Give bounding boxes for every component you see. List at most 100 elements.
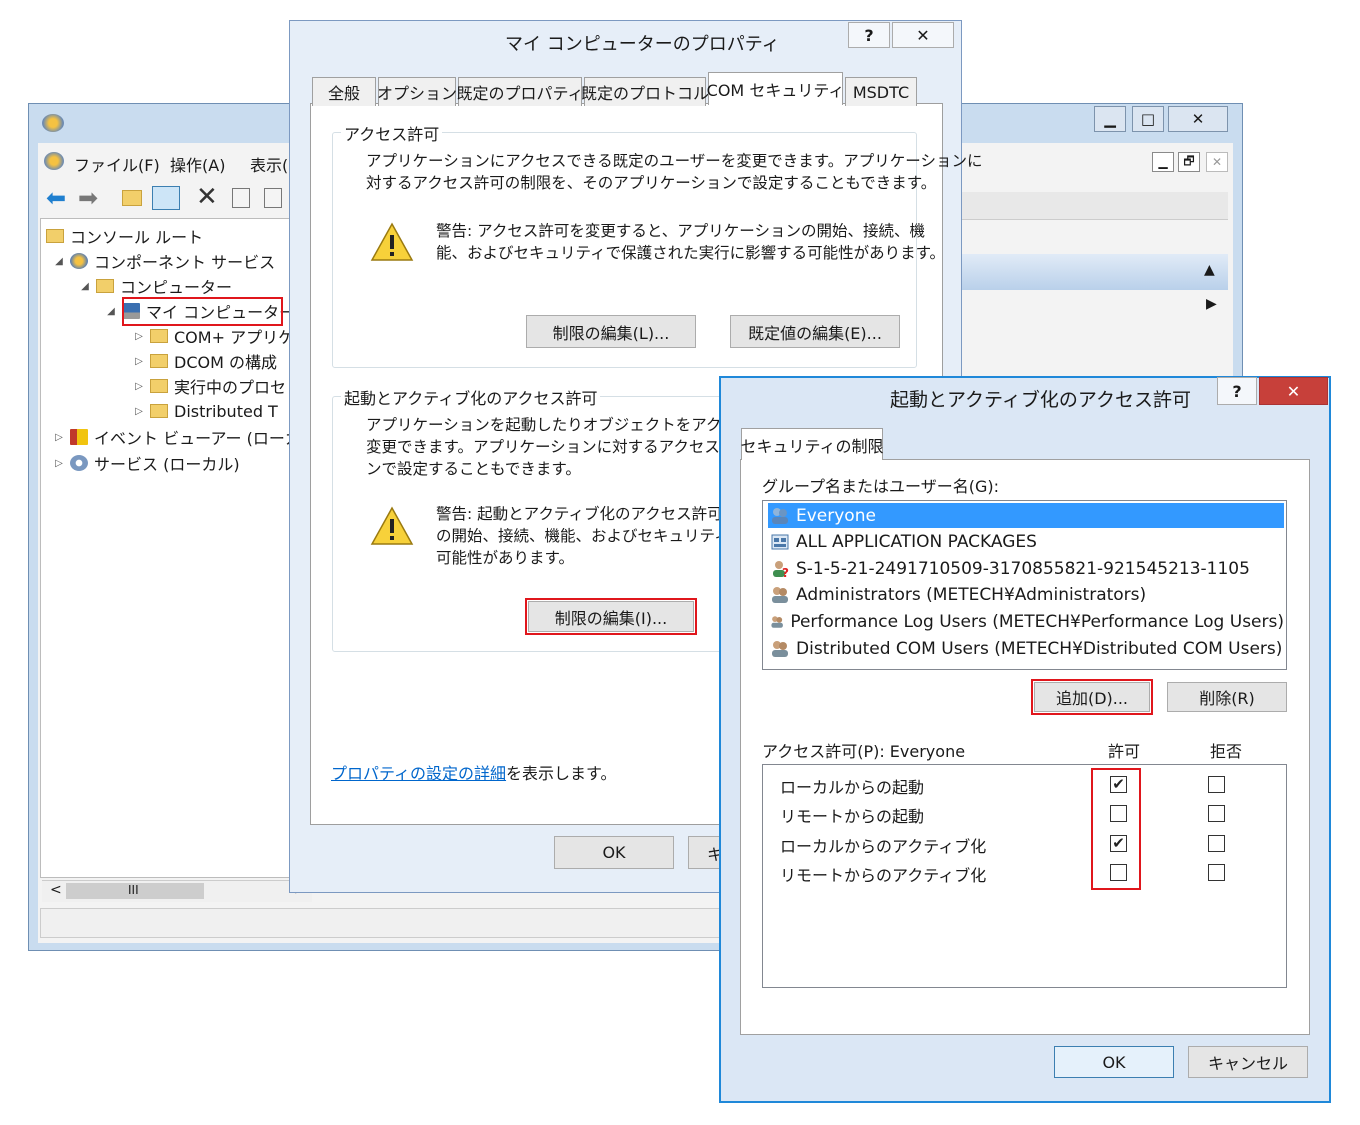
- permission-name: ローカルからの起動: [780, 778, 925, 797]
- deny-checkbox-local-launch[interactable]: [1208, 776, 1225, 793]
- menu-action[interactable]: 操作(A): [170, 152, 225, 176]
- tab-msdtc[interactable]: MSDTC: [845, 77, 917, 106]
- tab-general[interactable]: 全般: [312, 77, 376, 106]
- expand-triangle-icon[interactable]: ▷: [132, 406, 146, 417]
- user-name: S-1-5-21-2491710509-3170855821-921545213…: [796, 558, 1250, 579]
- learn-more-line: プロパティの設定の詳細を表示します。: [331, 760, 616, 784]
- permission-name: リモートからの起動: [780, 807, 925, 826]
- deny-checkbox-remote-launch[interactable]: [1208, 805, 1225, 822]
- tab-security-limits[interactable]: セキュリティの制限: [740, 428, 884, 460]
- permission-name: ローカルからのアクティブ化: [780, 837, 987, 856]
- up-folder-icon[interactable]: [122, 190, 142, 206]
- highlight-allow-column: [1091, 768, 1141, 890]
- learn-more-link[interactable]: プロパティの設定の詳細: [331, 764, 506, 783]
- child-restore-button[interactable]: 🗗: [1178, 152, 1200, 172]
- component-services-icon: [70, 253, 88, 269]
- forward-arrow-icon[interactable]: ➡: [78, 184, 98, 212]
- tree-item-com-apps[interactable]: ▷ COM+ アプリケ: [132, 324, 294, 348]
- properties-close-button[interactable]: ✕: [892, 22, 954, 48]
- expand-triangle-icon[interactable]: ▷: [52, 432, 66, 443]
- access-group-label: アクセス許可: [341, 121, 443, 145]
- collapse-arrow-icon[interactable]: ▲: [1204, 262, 1215, 278]
- tree-item-label: DCOM の構成: [174, 353, 277, 372]
- launch-warning-1: 警告: 起動とアクティブ化のアクセス許可を変: [436, 505, 754, 523]
- user-name: Everyone: [796, 505, 876, 526]
- user-row-administrators[interactable]: Administrators (METECH¥Administrators): [768, 582, 1284, 607]
- svg-text:?: ?: [782, 566, 789, 578]
- folder-icon: [150, 329, 168, 343]
- launch-dialog-title: 起動とアクティブ化のアクセス許可: [890, 389, 1191, 411]
- properties-icon[interactable]: [232, 188, 250, 208]
- tree-item-computers[interactable]: ◢ コンピューター: [78, 274, 232, 298]
- folder-icon: [96, 279, 114, 293]
- tree-item-services[interactable]: ▷ サービス (ローカル): [52, 451, 240, 475]
- expand-triangle-icon[interactable]: ▷: [132, 331, 146, 342]
- edit-access-default-button[interactable]: 既定値の編集(E)...: [730, 315, 900, 348]
- access-warning-2: 能、およびセキュリティで保護された実行に影響する可能性があります。: [436, 244, 946, 262]
- mmc-app-icon: [42, 114, 64, 132]
- launch-cancel-button[interactable]: キャンセル: [1188, 1046, 1308, 1078]
- child-close-button[interactable]: ✕: [1206, 152, 1228, 172]
- launch-close-button[interactable]: ✕: [1259, 377, 1328, 405]
- tab-com-security[interactable]: COM セキュリティ: [707, 72, 844, 105]
- user-row-distributed-com-users[interactable]: Distributed COM Users (METECH¥Distribute…: [768, 636, 1284, 661]
- collapse-triangle-icon[interactable]: ◢: [52, 256, 66, 267]
- launch-help-button[interactable]: ?: [1217, 377, 1257, 405]
- expand-triangle-icon[interactable]: ▷: [132, 381, 146, 392]
- expand-triangle-icon[interactable]: ▷: [132, 356, 146, 367]
- tree-item-event-viewer[interactable]: ▷ イベント ビューアー (ローカル: [52, 425, 317, 449]
- access-description-2: 対するアクセス許可の制限を、そのアプリケーションで設定することもできます。: [366, 174, 937, 192]
- tree-item-running-processes[interactable]: ▷ 実行中のプロセ: [132, 374, 286, 398]
- launch-warning-3: 可能性があります。: [436, 549, 574, 567]
- properties-dialog-title: マイ コンピューターのプロパティ: [505, 34, 780, 55]
- launch-ok-button[interactable]: OK: [1054, 1046, 1174, 1078]
- menu-app-icon: [44, 152, 64, 170]
- minimize-button[interactable]: ▁: [1094, 106, 1126, 132]
- menu-file[interactable]: ファイル(F): [74, 152, 160, 176]
- action-pane-header[interactable]: [960, 254, 1228, 290]
- menu-view[interactable]: 表示(: [250, 152, 288, 176]
- deny-checkbox-remote-activation[interactable]: [1208, 864, 1225, 881]
- tree-item-label: イベント ビューアー (ローカル: [94, 429, 317, 448]
- scroll-left-button[interactable]: <: [50, 882, 62, 898]
- expand-triangle-icon[interactable]: ▷: [52, 458, 66, 469]
- unknown-user-icon: ?: [773, 560, 789, 578]
- maximize-button[interactable]: □: [1132, 106, 1164, 132]
- properties-ok-button[interactable]: OK: [554, 836, 674, 869]
- expand-arrow-icon[interactable]: ▶: [1206, 296, 1217, 312]
- user-row-performance-log-users[interactable]: Performance Log Users (METECH¥Performanc…: [768, 609, 1284, 634]
- refresh-icon[interactable]: [264, 188, 282, 208]
- users-label: グループ名またはユーザー名(G):: [762, 477, 999, 496]
- deny-column-header: 拒否: [1210, 742, 1243, 761]
- tree-item-label: COM+ アプリケ: [174, 328, 295, 347]
- user-row-unknown-sid[interactable]: ? S-1-5-21-2491710509-3170855821-9215452…: [768, 556, 1284, 581]
- launch-description-3: ンで設定することもできます。: [366, 460, 581, 478]
- user-row-all-app-packages[interactable]: ALL APPLICATION PACKAGES: [768, 529, 1284, 554]
- back-arrow-icon[interactable]: ⬅: [46, 184, 66, 212]
- edit-access-limits-button[interactable]: 制限の編集(L)...: [526, 315, 696, 348]
- deny-checkbox-local-activation[interactable]: [1208, 835, 1225, 852]
- remove-user-button[interactable]: 削除(R): [1167, 682, 1287, 712]
- child-minimize-button[interactable]: ▁: [1152, 152, 1174, 172]
- folder-icon: [150, 354, 168, 368]
- close-button[interactable]: ✕: [1168, 106, 1228, 132]
- tree-item-component-services[interactable]: ◢ コンポーネント サービス: [52, 249, 275, 273]
- tab-default-properties[interactable]: 既定のプロパティ: [456, 77, 584, 106]
- tab-default-protocols[interactable]: 既定のプロトコル: [581, 77, 709, 106]
- tree-item-console-root[interactable]: コンソール ルート: [46, 224, 203, 248]
- collapse-triangle-icon[interactable]: ◢: [78, 281, 92, 292]
- tree-item-dcom-config[interactable]: ▷ DCOM の構成: [132, 349, 277, 373]
- tree-item-label: Distributed T: [174, 401, 278, 421]
- delete-icon[interactable]: ✕: [196, 182, 218, 212]
- show-hide-tree-icon[interactable]: [152, 186, 180, 210]
- permissions-label: アクセス許可(P): Everyone: [762, 742, 966, 761]
- collapse-triangle-icon[interactable]: ◢: [104, 306, 118, 317]
- help-button[interactable]: ?: [848, 22, 890, 48]
- user-row-everyone[interactable]: Everyone: [768, 503, 1284, 528]
- action-pane-bar: [960, 192, 1228, 220]
- tree-item-label: 実行中のプロセ: [174, 378, 287, 397]
- tree-item-distributed-tc[interactable]: ▷ Distributed T: [132, 399, 278, 423]
- user-name: Administrators (METECH¥Administrators): [796, 584, 1147, 605]
- group-icon: [772, 507, 788, 524]
- tab-options[interactable]: オプション: [377, 77, 457, 106]
